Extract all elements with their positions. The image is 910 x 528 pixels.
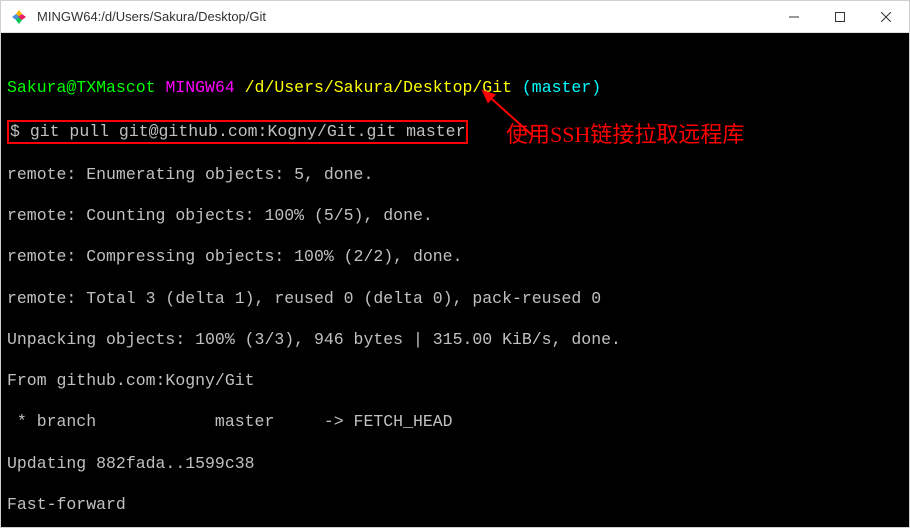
prompt-symbol: $ xyxy=(10,122,20,141)
prompt-env: MINGW64 xyxy=(165,78,234,97)
maximize-button[interactable] xyxy=(817,1,863,32)
close-button[interactable] xyxy=(863,1,909,32)
minimize-button[interactable] xyxy=(771,1,817,32)
output-line: Fast-forward xyxy=(7,495,903,516)
app-icon xyxy=(9,7,29,27)
output-line: * branch master -> FETCH_HEAD xyxy=(7,412,903,433)
annotation-text: 使用SSH链接拉取远程库 xyxy=(506,121,744,149)
output-line: remote: Counting objects: 100% (5/5), do… xyxy=(7,206,903,227)
command-line: $ git pull git@github.com:Kogny/Git.git … xyxy=(7,120,903,145)
prompt-branch: (master) xyxy=(522,78,601,97)
prompt-path: /d/Users/Sakura/Desktop/Git xyxy=(245,78,512,97)
prompt-user: Sakura@TXMascot xyxy=(7,78,156,97)
command-text: git pull git@github.com:Kogny/Git.git ma… xyxy=(30,122,466,141)
window-controls xyxy=(771,1,909,32)
output-line: From github.com:Kogny/Git xyxy=(7,371,903,392)
output-line: Unpacking objects: 100% (3/3), 946 bytes… xyxy=(7,330,903,351)
output-line: remote: Compressing objects: 100% (2/2),… xyxy=(7,247,903,268)
window-title: MINGW64:/d/Users/Sakura/Desktop/Git xyxy=(35,9,771,24)
terminal-window: MINGW64:/d/Users/Sakura/Desktop/Git Saku… xyxy=(0,0,910,528)
terminal-body[interactable]: Sakura@TXMascot MINGW64 /d/Users/Sakura/… xyxy=(1,33,909,527)
output-line: Updating 882fada..1599c38 xyxy=(7,454,903,475)
output-line: remote: Total 3 (delta 1), reused 0 (del… xyxy=(7,289,903,310)
prompt-line: Sakura@TXMascot MINGW64 /d/Users/Sakura/… xyxy=(7,78,903,99)
titlebar[interactable]: MINGW64:/d/Users/Sakura/Desktop/Git xyxy=(1,1,909,33)
output-line: remote: Enumerating objects: 5, done. xyxy=(7,165,903,186)
command-highlight-box: $ git pull git@github.com:Kogny/Git.git … xyxy=(7,120,468,145)
